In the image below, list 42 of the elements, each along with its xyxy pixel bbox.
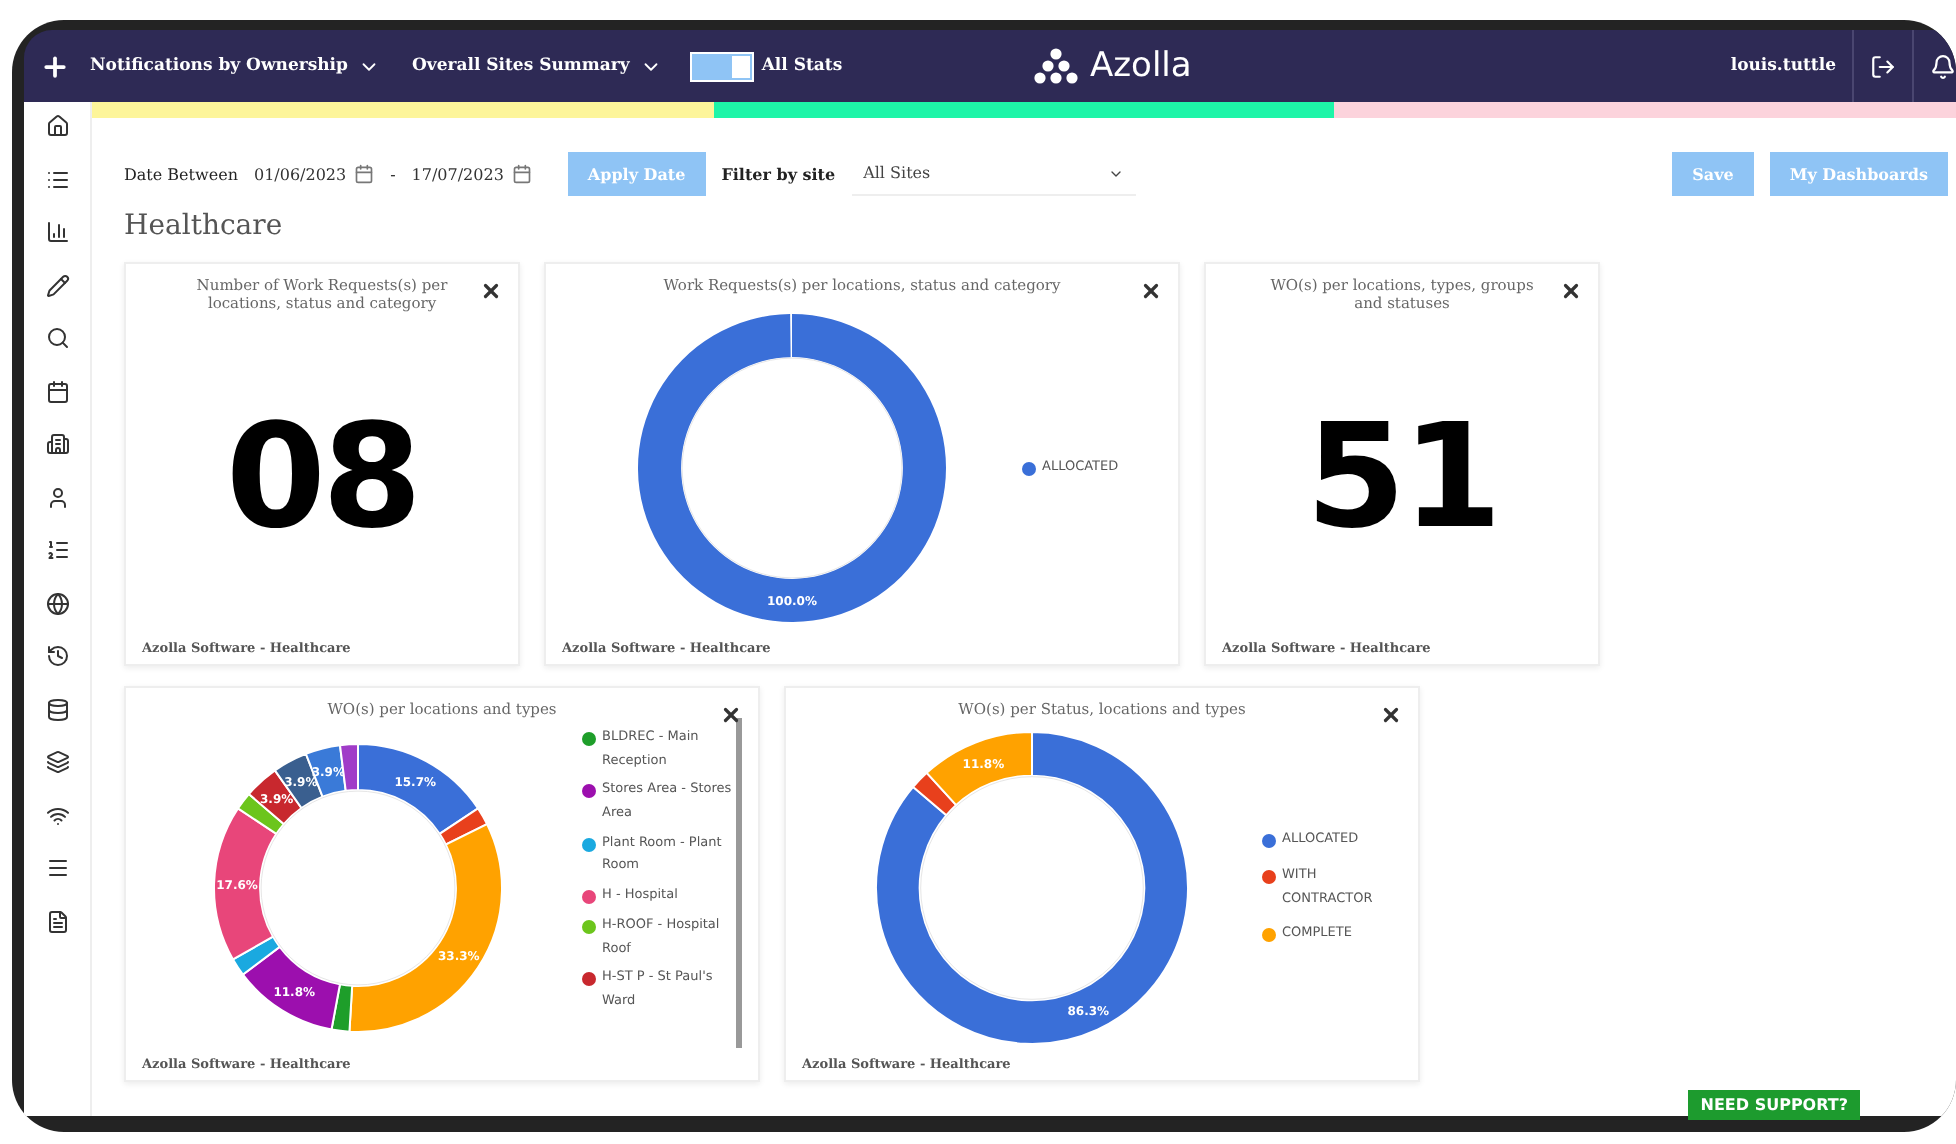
close-icon[interactable] xyxy=(1140,280,1162,302)
support-button[interactable]: NEED SUPPORT? xyxy=(1688,1090,1860,1120)
toggle-label: All Stats xyxy=(761,56,843,76)
plus-icon[interactable] xyxy=(40,51,70,81)
chart-icon[interactable] xyxy=(45,220,69,244)
menu-icon[interactable] xyxy=(45,856,69,880)
close-icon[interactable] xyxy=(480,280,502,302)
document-icon[interactable] xyxy=(45,909,69,933)
history-icon[interactable] xyxy=(45,644,69,668)
date-separator: - xyxy=(390,165,396,183)
big-number: 08 xyxy=(223,390,421,564)
site-select[interactable]: All Sites xyxy=(851,153,1136,195)
from-date-field[interactable]: 01/06/2023 xyxy=(253,164,375,184)
logo-icon xyxy=(1034,48,1078,84)
menu-dropdown[interactable]: Overall Sites Summary xyxy=(399,55,674,77)
toggle-switch[interactable] xyxy=(689,51,754,81)
menu-dropdown[interactable]: Notifications by Ownership xyxy=(78,55,392,77)
layers-icon[interactable] xyxy=(45,750,69,774)
search-icon[interactable] xyxy=(45,326,69,350)
site-filter-label: Filter by site xyxy=(721,164,836,184)
home-icon[interactable] xyxy=(45,114,69,138)
wifi-icon[interactable] xyxy=(45,803,69,827)
username: louis.tuttle xyxy=(1730,56,1836,76)
globe-icon[interactable] xyxy=(45,591,69,615)
to-date-field[interactable]: 17/07/2023 xyxy=(411,164,532,184)
close-icon[interactable] xyxy=(720,704,742,726)
logout-icon[interactable] xyxy=(1870,53,1896,79)
big-number: 51 xyxy=(1303,390,1501,564)
bell-icon[interactable] xyxy=(1930,53,1956,79)
user-icon[interactable] xyxy=(45,485,69,509)
calendar-icon xyxy=(511,164,532,184)
page-heading: Healthcare xyxy=(124,210,285,242)
calendar-icon[interactable] xyxy=(45,379,69,403)
list-icon[interactable] xyxy=(45,538,69,562)
logo-text: Azolla xyxy=(1090,46,1192,86)
close-icon[interactable] xyxy=(1560,280,1582,302)
date-label: Date Between xyxy=(124,165,238,183)
calendar-icon xyxy=(354,164,375,184)
building-icon[interactable] xyxy=(45,432,69,456)
database-icon[interactable] xyxy=(45,697,69,721)
pencil-icon[interactable] xyxy=(45,273,69,297)
close-icon[interactable] xyxy=(1380,704,1402,726)
